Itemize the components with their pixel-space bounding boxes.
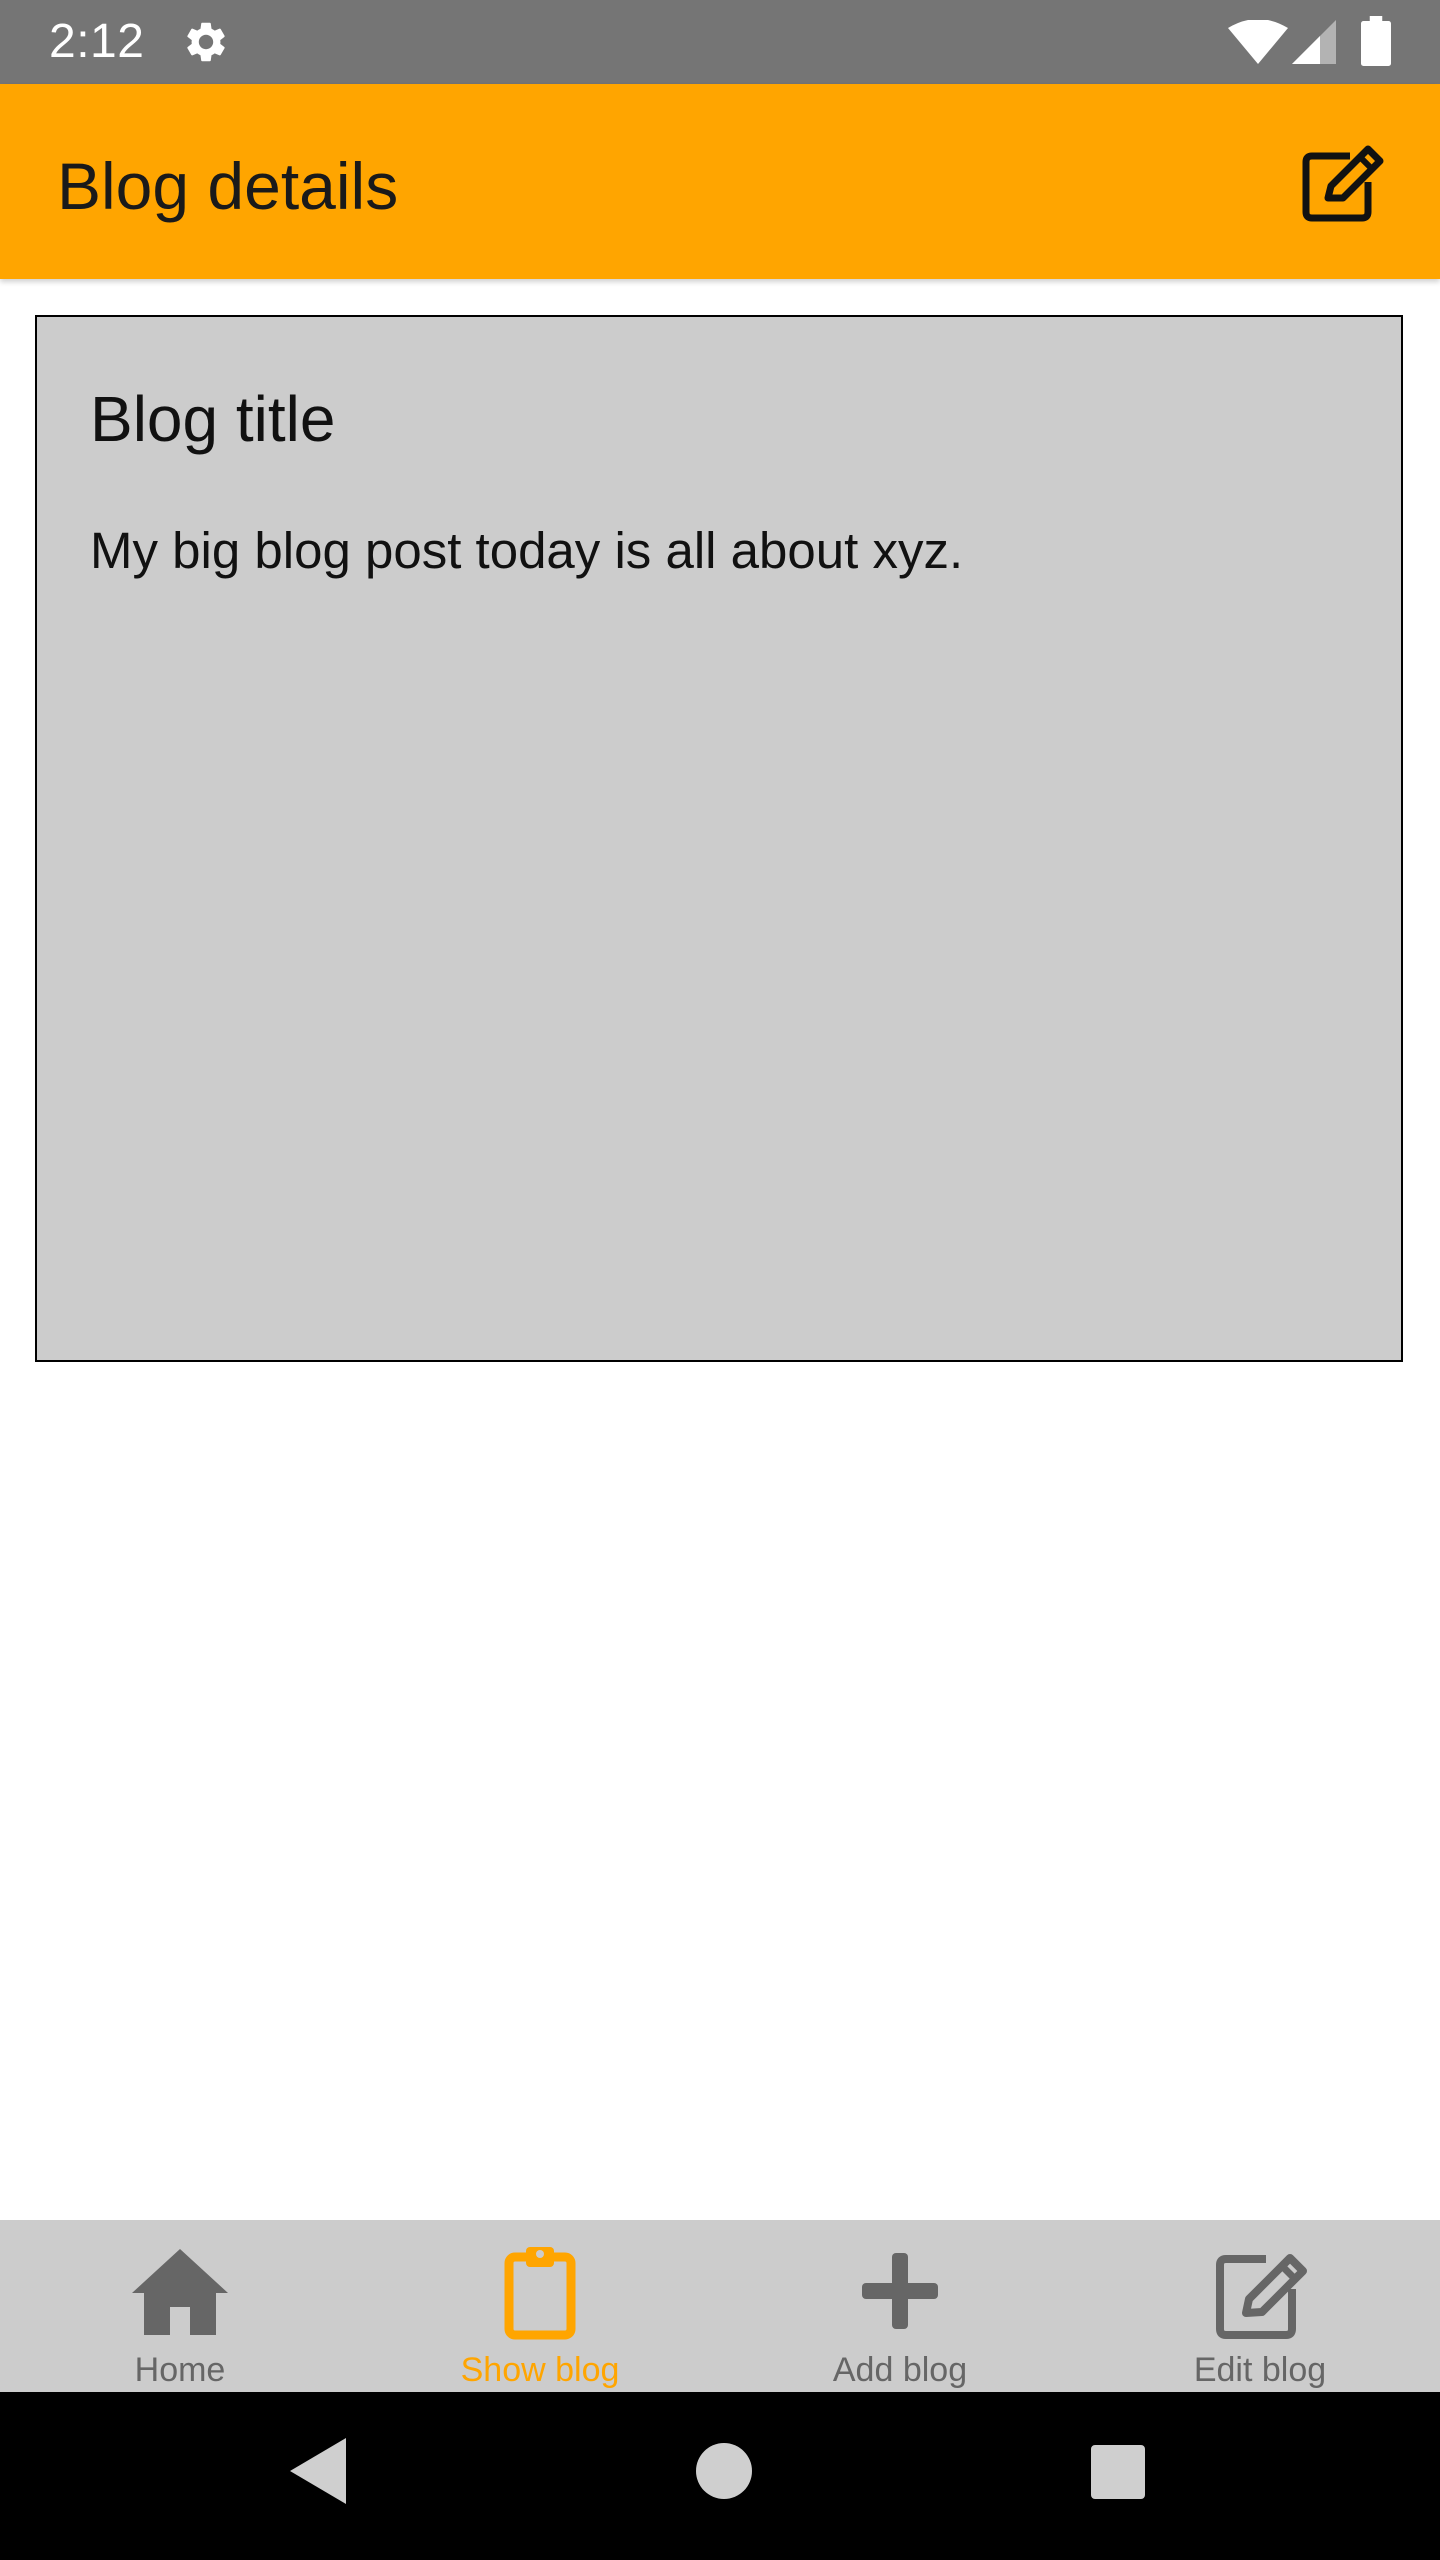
system-navigation-bar bbox=[0, 2392, 1440, 2560]
home-circle-icon[interactable] bbox=[695, 2442, 753, 2500]
back-icon[interactable] bbox=[288, 2436, 348, 2506]
blog-title: Blog title bbox=[90, 383, 336, 455]
plus-icon bbox=[862, 2253, 938, 2329]
home-icon bbox=[132, 2249, 228, 2335]
battery-icon bbox=[1361, 16, 1391, 66]
nav-label-add-blog: Add blog bbox=[832, 2351, 968, 2389]
nav-item-home[interactable]: Home bbox=[0, 2220, 360, 2392]
app-bar: Blog details bbox=[0, 84, 1440, 279]
nav-item-add-blog[interactable]: Add blog bbox=[720, 2220, 1080, 2392]
cellular-signal-icon bbox=[1292, 20, 1336, 64]
clipboard-icon bbox=[504, 2247, 576, 2340]
gear-icon bbox=[187, 22, 225, 62]
wifi-icon bbox=[1228, 20, 1288, 64]
blog-card: Blog title My big blog post today is all… bbox=[35, 315, 1403, 1362]
blog-body: My big blog post today is all about xyz. bbox=[90, 522, 964, 579]
nav-label-home: Home bbox=[134, 2351, 226, 2389]
recents-icon[interactable] bbox=[1090, 2444, 1146, 2500]
page-title: Blog details bbox=[57, 149, 399, 223]
edit-icon bbox=[1216, 2254, 1307, 2339]
nav-item-show-blog[interactable]: Show blog bbox=[360, 2220, 720, 2392]
bottom-navigation: Home Show blog Add blog Edit blog bbox=[0, 2220, 1440, 2392]
nav-label-edit-blog: Edit blog bbox=[1193, 2351, 1327, 2389]
nav-label-show-blog: Show blog bbox=[460, 2351, 620, 2389]
status-bar: 2:12 bbox=[0, 0, 1440, 84]
status-time: 2:12 bbox=[49, 15, 145, 68]
screen: 2:12 Blog details Blog title My big blog… bbox=[0, 0, 1440, 2560]
nav-item-edit-blog[interactable]: Edit blog bbox=[1080, 2220, 1440, 2392]
edit-icon[interactable] bbox=[1298, 142, 1388, 222]
